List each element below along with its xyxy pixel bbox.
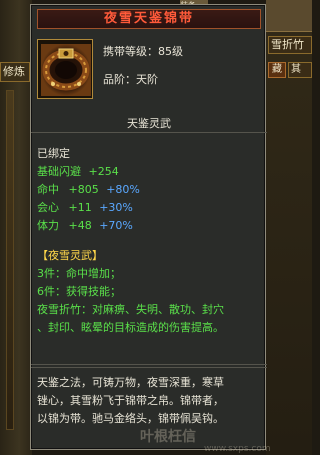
watermark-url: www.sxps.com [204, 444, 271, 454]
other-button[interactable]: 其 [288, 62, 312, 78]
set-name: 【夜雪灵武】 [37, 249, 103, 262]
collection-button[interactable]: 藏 [268, 62, 286, 78]
stat-bonus: +30% [99, 201, 133, 214]
bound-status: 已绑定 [37, 147, 70, 160]
stat-name: 体力 [37, 219, 59, 232]
stat-value: +254 [88, 165, 119, 178]
stat-name: 会心 [37, 201, 59, 214]
set-bonus-6: 6件：获得技能； [37, 285, 121, 298]
stat-row: 体力 +48 +70% [37, 217, 133, 233]
carry-level: 携带等级：85级 [103, 45, 183, 58]
set-bonus-3: 3件：命中增加； [37, 267, 121, 280]
stat-bonus: +80% [106, 183, 140, 196]
tab-cultivation[interactable]: 修炼 [0, 62, 30, 82]
belt-icon [41, 44, 91, 96]
stat-name: 命中 [37, 183, 59, 196]
item-rank: 品阶：天阶 [103, 73, 158, 86]
watermark: 叶根枉信 [140, 429, 196, 445]
item-tooltip: 夜雪天鉴锦带 携带等级：85级 品阶：天阶 天鉴灵武 已绑定 基础闪避 +254… [30, 4, 267, 450]
item-icon-frame [37, 39, 93, 99]
stat-row: 会心 +11 +30% [37, 199, 133, 215]
stat-row: 命中 +805 +80% [37, 181, 140, 197]
stat-name: 基础闪避 [37, 165, 81, 178]
section-name: 天鉴灵武 [127, 117, 171, 130]
background-left-strip [6, 90, 14, 430]
stat-bonus: +70% [99, 219, 133, 232]
set-skill-line: 夜雪折竹：对麻痹、失明、散功、封穴 [37, 303, 224, 316]
description-line: 锉心，其雪粉飞于锦带之帛。锦带者， [37, 394, 224, 407]
description-line: 天鉴之法，可铸万物，夜雪深重，寒草 [37, 376, 224, 389]
stats-panel: 已绑定 基础闪避 +254 命中 +805 +80% 会心 +11 +30% 体… [31, 132, 267, 365]
set-skill-line: 、封印、眩晕的目标造成的伤害提高。 [37, 321, 224, 334]
stat-row: 基础闪避 +254 [37, 163, 119, 179]
stat-value: +805 [68, 183, 99, 196]
skill-button[interactable]: 雪折竹 [268, 36, 312, 54]
stat-value: +11 [68, 201, 92, 214]
background-right-header [266, 0, 312, 32]
item-title: 夜雪天鉴锦带 [37, 9, 261, 29]
stat-value: +48 [68, 219, 92, 232]
